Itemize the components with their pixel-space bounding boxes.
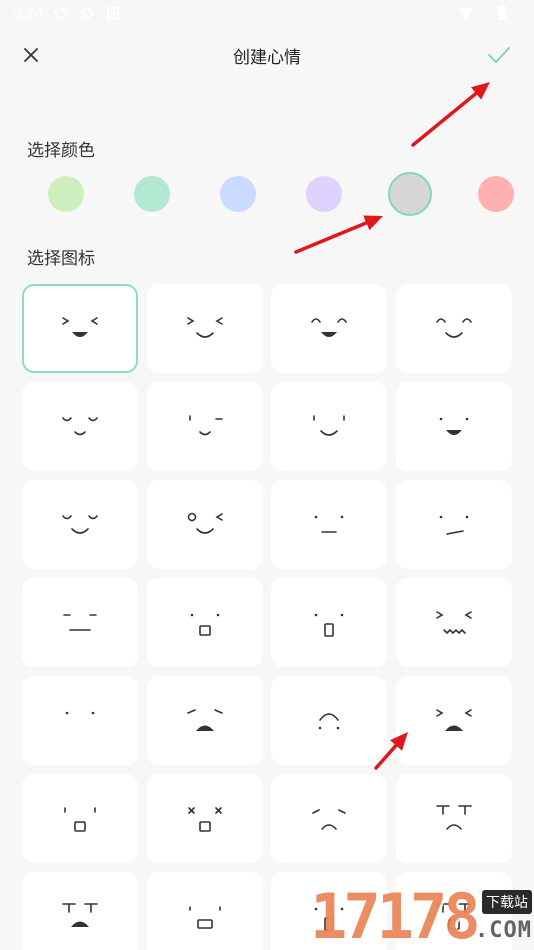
icon-tile[interactable] — [396, 676, 512, 765]
astonished-face-icon — [64, 806, 96, 832]
battery-icon — [494, 5, 510, 21]
icon-tile[interactable] — [147, 578, 263, 667]
icon-tile[interactable] — [271, 382, 387, 471]
neutral-face-icon — [314, 515, 344, 533]
header: 创建心情 — [0, 26, 534, 84]
icon-tile[interactable] — [22, 578, 138, 667]
icon-tile[interactable] — [271, 872, 387, 950]
confirm-button[interactable] — [482, 38, 516, 72]
page-title: 创建心情 — [233, 48, 301, 68]
icon-tile[interactable] — [396, 382, 512, 471]
icon-tile[interactable] — [22, 284, 138, 373]
grinning-squint-face-icon — [62, 316, 98, 337]
choose-icon-label: 选择图标 — [27, 249, 95, 269]
grinning-face-icon — [439, 417, 469, 435]
icon-tile[interactable] — [271, 284, 387, 373]
color-swatch-pink[interactable] — [478, 176, 514, 212]
icon-tile[interactable] — [147, 480, 263, 569]
wifi-icon — [458, 5, 474, 21]
tearful-face-icon — [436, 902, 472, 930]
skeptical-face-icon — [439, 515, 469, 535]
gasping-face-icon — [314, 907, 344, 931]
color-swatch-lavender[interactable] — [306, 176, 342, 212]
annotation-arrow — [411, 82, 490, 147]
icon-tile[interactable] — [271, 676, 387, 765]
happy-closed-eyes-face-icon — [311, 317, 347, 337]
icon-tile[interactable] — [271, 578, 387, 667]
content-face-icon — [62, 416, 98, 435]
icon-tile[interactable] — [22, 676, 138, 765]
color-swatch-gray[interactable] — [388, 172, 432, 216]
color-swatch-light-blue[interactable] — [220, 176, 256, 212]
color-swatch-light-green[interactable] — [48, 176, 84, 212]
icon-tile[interactable] — [396, 480, 512, 569]
icon-tile[interactable] — [22, 774, 138, 863]
winking-smile-face-icon — [187, 512, 223, 534]
distressed-face-icon — [436, 708, 472, 731]
icon-tile[interactable] — [271, 480, 387, 569]
notification-status-icon — [105, 5, 121, 21]
choose-color-label: 选择颜色 — [27, 141, 95, 161]
icon-tile[interactable] — [22, 872, 138, 950]
settings-status-icon — [53, 5, 69, 21]
shocked-face-icon — [314, 613, 344, 637]
sobbing-face-icon — [62, 902, 98, 927]
smiling-squint-face-icon — [187, 316, 223, 338]
icon-tile[interactable] — [396, 872, 512, 950]
blank-face-icon — [65, 711, 95, 714]
icon-tile[interactable] — [147, 284, 263, 373]
color-swatch-mint[interactable] — [134, 176, 170, 212]
status-time: 9:24 — [14, 4, 44, 22]
winking-face-icon — [189, 414, 223, 435]
blissful-face-icon — [62, 514, 98, 534]
icon-tile[interactable] — [147, 676, 263, 765]
icon-tile[interactable] — [147, 774, 263, 863]
color-swatch-row — [0, 172, 534, 216]
annotation-arrow — [294, 215, 383, 254]
worried-face-icon — [187, 708, 223, 731]
check-icon — [488, 47, 510, 63]
blank-stare-face-icon — [189, 905, 221, 929]
icon-tile[interactable] — [147, 872, 263, 950]
frowning-face-icon — [318, 712, 340, 729]
sad-face-icon — [312, 808, 346, 830]
status-bar: 9:24 — [0, 0, 534, 26]
icon-tile[interactable] — [396, 578, 512, 667]
icon-tile[interactable] — [147, 382, 263, 471]
icon-tile[interactable] — [22, 382, 138, 471]
icon-tile[interactable] — [396, 774, 512, 863]
flat-eyes-face-icon — [63, 613, 97, 631]
smiling-closed-eyes-face-icon — [436, 317, 472, 338]
icon-tile[interactable] — [22, 480, 138, 569]
icon-tile[interactable] — [396, 284, 512, 373]
icon-tile[interactable] — [271, 774, 387, 863]
dizzy-face-icon — [188, 806, 222, 832]
smiling-face-icon — [313, 414, 345, 436]
crying-face-icon — [436, 804, 472, 830]
settings-status-icon — [79, 5, 95, 21]
wavy-mouth-face-icon — [436, 610, 472, 634]
surprised-face-icon — [190, 613, 220, 636]
